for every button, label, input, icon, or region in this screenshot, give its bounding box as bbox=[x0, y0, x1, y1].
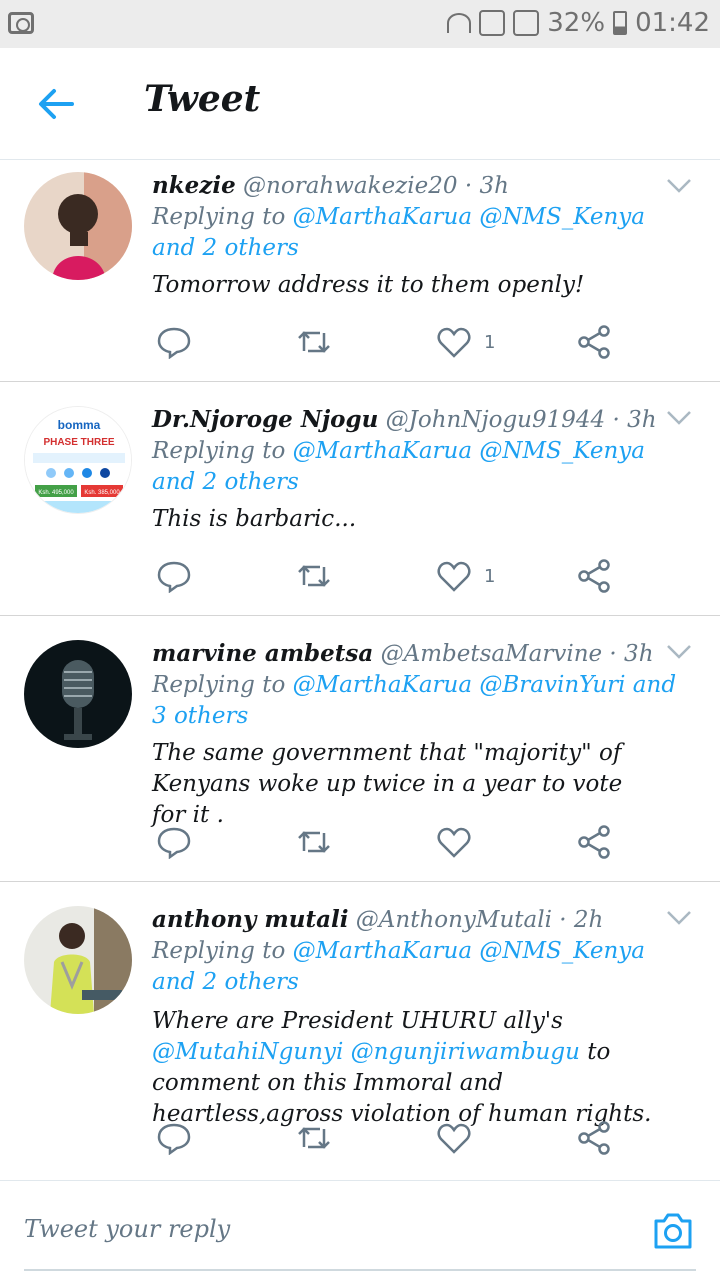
wifi-icon bbox=[447, 13, 472, 33]
retweet-button[interactable] bbox=[296, 556, 332, 596]
handle-time: @AnthonyMutali · 2h bbox=[355, 907, 604, 933]
tweet-text: The same government that "majority" of K… bbox=[152, 740, 623, 828]
back-button[interactable] bbox=[36, 86, 76, 122]
reply-input[interactable]: Tweet your reply bbox=[24, 1215, 230, 1243]
tweet-text-pre: Where are President UHURU ally's bbox=[152, 1008, 563, 1034]
replying-prefix: Replying to bbox=[152, 204, 293, 230]
phone-icon bbox=[479, 10, 506, 36]
reply-icon bbox=[157, 1123, 191, 1155]
reply-icon bbox=[157, 327, 191, 359]
retweet-icon bbox=[298, 331, 330, 353]
status-bar: 32% 01:42 bbox=[0, 0, 720, 48]
avatar-brand: bomma bbox=[58, 418, 101, 432]
tweet-text: Where are President UHURU ally's @Mutahi… bbox=[152, 1006, 696, 1130]
tweet-item[interactable]: marvine ambetsa @AmbetsaMarvine · 3h Rep… bbox=[0, 616, 720, 882]
avatar-phase: PHASE THREE bbox=[43, 437, 114, 448]
share-icon bbox=[578, 325, 610, 359]
tweet-header: Dr.Njoroge Njogu @JohnNjogu91944 · 3h bbox=[152, 406, 657, 433]
chevron-down-icon[interactable] bbox=[666, 178, 692, 194]
share-button[interactable] bbox=[576, 1118, 612, 1158]
reply-icon bbox=[157, 561, 191, 593]
app-header: Tweet bbox=[0, 48, 720, 160]
handle-time: @norahwakezie20 · 3h bbox=[243, 173, 509, 199]
like-count: 1 bbox=[484, 565, 496, 587]
replying-to: Replying to @MarthaKarua @NMS_Kenya and … bbox=[152, 436, 680, 498]
retweet-icon bbox=[298, 565, 330, 587]
replying-to: Replying to @MarthaKarua @NMS_Kenya and … bbox=[152, 936, 680, 998]
share-button[interactable] bbox=[576, 822, 612, 862]
tweet-header: nkezie @norahwakezie20 · 3h bbox=[152, 172, 650, 199]
reply-icon bbox=[157, 827, 191, 859]
like-count: 1 bbox=[484, 331, 496, 353]
retweet-icon bbox=[298, 1127, 330, 1149]
avatar[interactable]: bomma PHASE THREE Ksh. 495,000 Ksh. 385,… bbox=[24, 406, 132, 514]
camera-notification-icon bbox=[8, 12, 34, 34]
share-button[interactable] bbox=[576, 556, 612, 596]
retweet-icon bbox=[298, 831, 330, 853]
tweet-actions bbox=[152, 822, 622, 862]
share-icon bbox=[578, 1121, 610, 1155]
display-name[interactable]: nkezie bbox=[152, 172, 236, 199]
replying-prefix: Replying to bbox=[152, 438, 293, 464]
chevron-down-icon[interactable] bbox=[666, 910, 692, 926]
chevron-down-icon[interactable] bbox=[666, 410, 692, 426]
handle-time: @AmbetsaMarvine · 3h bbox=[380, 641, 654, 667]
replying-prefix: Replying to bbox=[152, 672, 293, 698]
reply-button[interactable] bbox=[156, 322, 192, 362]
tweet-actions bbox=[152, 1118, 622, 1158]
like-icon bbox=[437, 561, 471, 592]
display-name[interactable]: anthony mutali bbox=[152, 906, 348, 933]
like-button[interactable]: 1 bbox=[436, 322, 495, 362]
tweet-text: This is barbaric... bbox=[152, 506, 357, 532]
back-arrow-icon bbox=[39, 89, 74, 119]
tweet-actions: 1 bbox=[152, 556, 622, 596]
avatar-price-2: Ksh. 385,000 bbox=[84, 490, 120, 496]
tweet-mentions[interactable]: @MutahiNgunyi @ngunjiriwambugu bbox=[152, 1039, 580, 1065]
tweet-item[interactable]: anthony mutali @AnthonyMutali · 2h Reply… bbox=[0, 882, 720, 1180]
like-button[interactable] bbox=[436, 1118, 484, 1158]
reply-button[interactable] bbox=[156, 1118, 192, 1158]
share-button[interactable] bbox=[576, 322, 612, 362]
replying-prefix: Replying to bbox=[152, 938, 293, 964]
tweet-header: anthony mutali @AnthonyMutali · 2h bbox=[152, 906, 650, 933]
tweet-actions: 1 bbox=[152, 322, 622, 362]
retweet-button[interactable] bbox=[296, 322, 332, 362]
replying-to: Replying to @MarthaKarua @BravinYuri and… bbox=[152, 670, 680, 732]
like-icon bbox=[437, 327, 471, 358]
tweet-item[interactable]: nkezie @norahwakezie20 · 3h Replying to … bbox=[0, 160, 720, 382]
battery-percent: 32% bbox=[547, 8, 606, 38]
like-icon bbox=[437, 1123, 471, 1154]
status-icons: 32% 01:42 bbox=[447, 8, 710, 38]
display-name[interactable]: Dr.Njoroge Njogu bbox=[152, 406, 378, 433]
replying-to: Replying to @MarthaKarua @NMS_Kenya and … bbox=[152, 202, 680, 264]
avatar[interactable] bbox=[24, 640, 132, 748]
page-title: Tweet bbox=[144, 78, 261, 120]
like-button[interactable] bbox=[436, 822, 484, 862]
avatar[interactable] bbox=[24, 172, 132, 280]
signal-icon bbox=[513, 10, 540, 36]
tweet-text: Tomorrow address it to them openly! bbox=[152, 272, 585, 298]
share-icon bbox=[578, 559, 610, 593]
status-time: 01:42 bbox=[635, 8, 710, 38]
retweet-button[interactable] bbox=[296, 822, 332, 862]
camera-icon[interactable] bbox=[652, 1211, 694, 1251]
composer-divider bbox=[24, 1269, 696, 1271]
like-button[interactable]: 1 bbox=[436, 556, 495, 596]
tweet-item[interactable]: bomma PHASE THREE Ksh. 495,000 Ksh. 385,… bbox=[0, 382, 720, 616]
avatar[interactable] bbox=[24, 906, 132, 1014]
reply-button[interactable] bbox=[156, 556, 192, 596]
display-name[interactable]: marvine ambetsa bbox=[152, 640, 373, 667]
avatar-price-1: Ksh. 495,000 bbox=[38, 490, 74, 496]
chevron-down-icon[interactable] bbox=[666, 644, 692, 660]
handle-time: @JohnNjogu91944 · 3h bbox=[385, 407, 657, 433]
reply-composer: Tweet your reply bbox=[0, 1180, 720, 1280]
retweet-button[interactable] bbox=[296, 1118, 332, 1158]
reply-button[interactable] bbox=[156, 822, 192, 862]
like-icon bbox=[437, 827, 471, 858]
battery-icon bbox=[613, 11, 628, 35]
share-icon bbox=[578, 825, 610, 859]
tweet-header: marvine ambetsa @AmbetsaMarvine · 3h bbox=[152, 640, 654, 667]
